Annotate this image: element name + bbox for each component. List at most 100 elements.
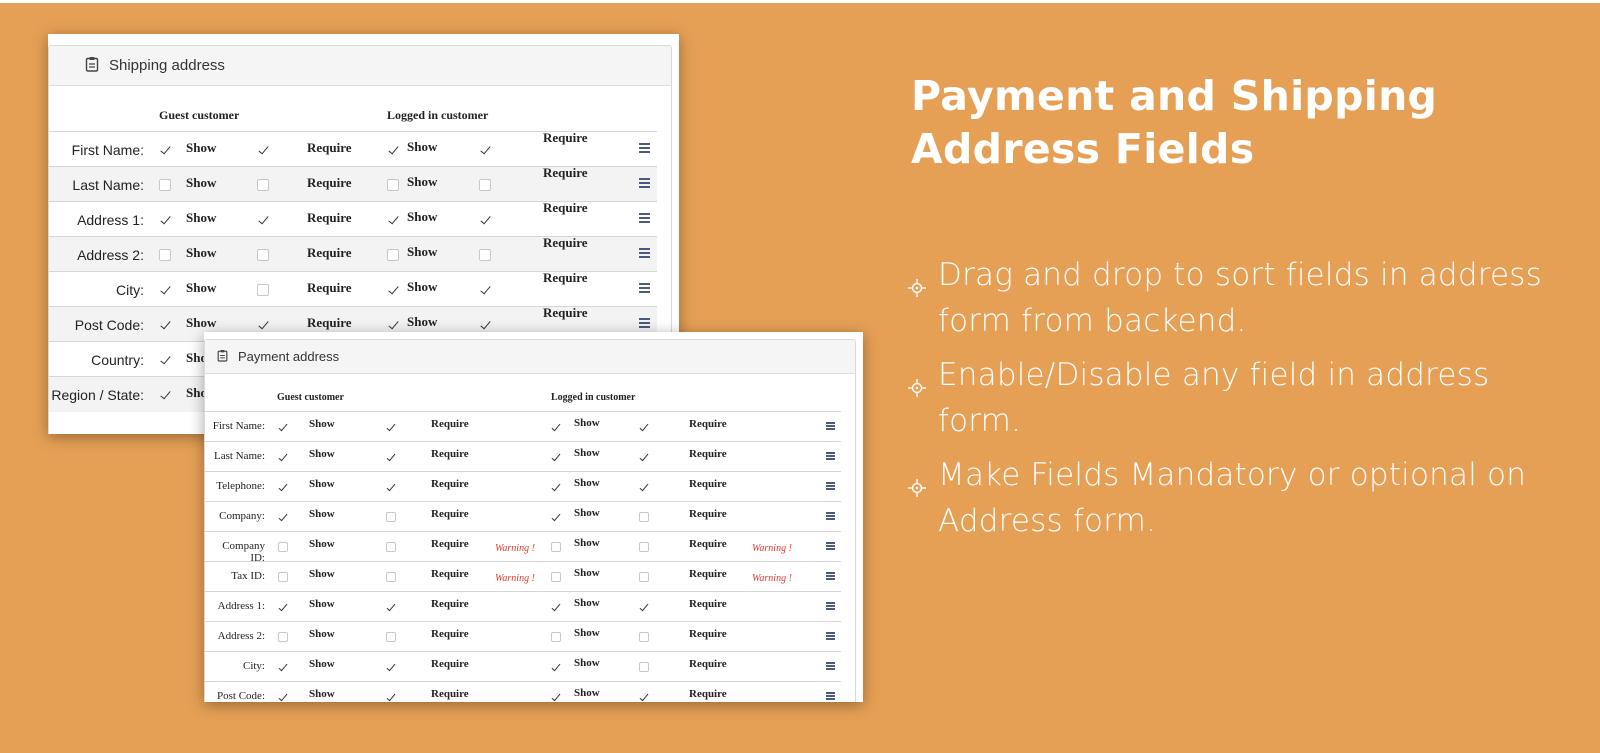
drag-handle-icon[interactable] [639,143,650,153]
drag-handle-icon[interactable] [639,178,650,188]
logged-show-checkbox[interactable] [551,422,561,432]
guest-show-checkbox[interactable] [278,572,288,582]
guest-show-checkbox[interactable] [278,452,288,462]
guest-require-label: Require [431,508,469,520]
logged-require-checkbox[interactable] [639,452,649,462]
drag-handle-icon[interactable] [639,318,650,328]
guest-show-label: Show [309,478,335,490]
guest-require-checkbox[interactable] [257,144,269,156]
logged-show-label: Show [407,244,438,259]
logged-require-checkbox[interactable] [479,144,491,156]
logged-require-checkbox[interactable] [639,572,649,582]
logged-require-checkbox[interactable] [639,662,649,672]
drag-handle-icon[interactable] [826,632,835,640]
logged-require-checkbox[interactable] [639,542,649,552]
logged-require-checkbox[interactable] [639,422,649,432]
guest-require-checkbox[interactable] [257,319,269,331]
guest-show-checkbox[interactable] [278,422,288,432]
drag-handle-icon[interactable] [639,248,650,258]
guest-show-checkbox[interactable] [159,319,171,331]
crosshair-bullet-icon [908,364,926,397]
guest-show-label: Show [309,688,335,700]
logged-show-label: Show [574,507,600,519]
logged-show-checkbox[interactable] [551,602,561,612]
guest-show-checkbox[interactable] [159,179,171,191]
logged-require-checkbox[interactable] [639,692,649,702]
logged-require-checkbox[interactable] [479,249,491,261]
crosshair-bullet-icon [908,464,926,497]
guest-require-checkbox[interactable] [386,572,396,582]
drag-handle-icon[interactable] [826,422,835,430]
guest-show-checkbox[interactable] [159,354,171,366]
table-row: Company: Show Require Show Require [205,501,841,532]
logged-show-checkbox[interactable] [551,482,561,492]
guest-show-checkbox[interactable] [159,214,171,226]
guest-show-checkbox[interactable] [278,632,288,642]
drag-handle-icon[interactable] [826,662,835,670]
field-label: Post Code: [217,690,265,702]
logged-require-label: Require [543,130,588,145]
guest-require-checkbox[interactable] [386,632,396,642]
guest-require-checkbox[interactable] [257,249,269,261]
guest-show-checkbox[interactable] [278,602,288,612]
logged-require-checkbox[interactable] [479,214,491,226]
guest-show-checkbox[interactable] [278,662,288,672]
guest-show-checkbox[interactable] [159,284,171,296]
guest-show-label: Show [309,628,335,640]
logged-require-checkbox[interactable] [639,632,649,642]
logged-show-checkbox[interactable] [551,542,561,552]
drag-handle-icon[interactable] [826,542,835,550]
guest-show-checkbox[interactable] [159,249,171,261]
guest-require-label: Require [431,478,469,490]
feature-text: Make Fields Mandatory or optional on Add… [938,457,1527,539]
logged-require-checkbox[interactable] [479,284,491,296]
guest-require-checkbox[interactable] [386,692,396,702]
logged-show-checkbox[interactable] [551,512,561,522]
logged-require-checkbox[interactable] [479,319,491,331]
drag-handle-icon[interactable] [826,692,835,700]
guest-show-checkbox[interactable] [278,512,288,522]
logged-customer-header: Logged in customer [551,392,636,403]
logged-show-checkbox[interactable] [551,662,561,672]
logged-show-checkbox[interactable] [387,144,399,156]
drag-handle-icon[interactable] [826,452,835,460]
drag-handle-icon[interactable] [826,572,835,580]
guest-show-checkbox[interactable] [159,389,171,401]
logged-require-checkbox[interactable] [639,512,649,522]
guest-require-checkbox[interactable] [386,512,396,522]
logged-show-checkbox[interactable] [387,284,399,296]
drag-handle-icon[interactable] [826,512,835,520]
logged-require-checkbox[interactable] [639,602,649,612]
logged-show-checkbox[interactable] [387,179,399,191]
guest-require-checkbox[interactable] [386,422,396,432]
guest-show-checkbox[interactable] [278,542,288,552]
logged-show-checkbox[interactable] [551,632,561,642]
logged-show-checkbox[interactable] [387,214,399,226]
logged-require-checkbox[interactable] [479,179,491,191]
guest-require-checkbox[interactable] [386,542,396,552]
guest-require-checkbox[interactable] [386,662,396,672]
logged-show-checkbox[interactable] [551,692,561,702]
logged-require-checkbox[interactable] [639,482,649,492]
guest-show-checkbox[interactable] [278,482,288,492]
guest-require-checkbox[interactable] [257,284,269,296]
logged-require-label: Require [543,200,588,215]
logged-show-checkbox[interactable] [551,452,561,462]
guest-require-checkbox[interactable] [386,452,396,462]
logged-show-checkbox[interactable] [387,319,399,331]
guest-require-checkbox[interactable] [257,179,269,191]
drag-handle-icon[interactable] [826,482,835,490]
guest-require-checkbox[interactable] [257,214,269,226]
guest-show-label: Show [309,418,335,430]
drag-handle-icon[interactable] [826,602,835,610]
guest-require-label: Require [307,140,352,155]
drag-handle-icon[interactable] [639,213,650,223]
guest-require-checkbox[interactable] [386,602,396,612]
drag-handle-icon[interactable] [639,283,650,293]
guest-show-checkbox[interactable] [278,692,288,702]
logged-show-checkbox[interactable] [387,249,399,261]
logged-show-checkbox[interactable] [551,572,561,582]
guest-show-checkbox[interactable] [159,144,171,156]
guest-require-label: Require [431,418,469,430]
guest-require-checkbox[interactable] [386,482,396,492]
